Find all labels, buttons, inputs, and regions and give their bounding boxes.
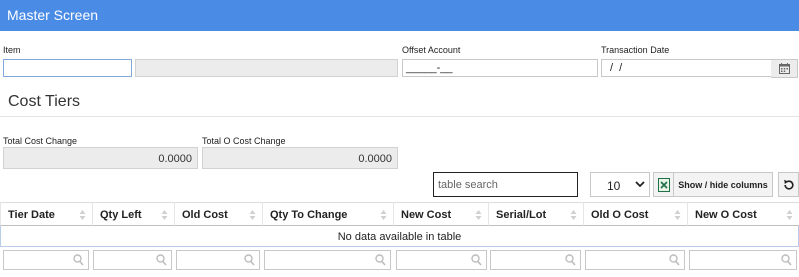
column-header-label: Qty To Change — [270, 209, 348, 221]
column-header-label: Tier Date — [8, 209, 55, 221]
column-header-serial-lot[interactable]: Serial/Lot — [488, 202, 583, 226]
transaction-date-mask: / / — [610, 62, 623, 74]
title-bar: Master Screen — [0, 0, 799, 31]
transaction-date-label: Transaction Date — [601, 45, 670, 55]
sort-icon — [161, 210, 168, 220]
column-header-qty-left[interactable]: Qty Left — [92, 202, 174, 226]
page-length-value: 10 — [607, 179, 621, 193]
total-cost-change-field: 0.0000 — [3, 147, 198, 169]
total-o-cost-change-field: 0.0000 — [202, 147, 398, 169]
sort-icon — [79, 210, 86, 220]
empty-table-message: No data available in table — [0, 226, 799, 247]
export-excel-button[interactable] — [653, 172, 674, 197]
excel-icon — [658, 178, 670, 192]
sort-icon — [249, 210, 256, 220]
column-header-old-cost[interactable]: Old Cost — [174, 202, 262, 226]
column-filter-old-o-cost[interactable] — [585, 250, 685, 270]
search-icon — [565, 254, 576, 266]
column-header-label: Qty Left — [100, 209, 142, 221]
offset-account-input[interactable]: _____-__ — [402, 59, 598, 77]
column-filter-old-cost[interactable] — [176, 250, 260, 270]
sort-icon — [380, 210, 387, 220]
sort-icon — [570, 210, 577, 220]
column-header-label: New O Cost — [695, 209, 757, 221]
column-header-label: Serial/Lot — [496, 209, 547, 221]
total-cost-change-label: Total Cost Change — [3, 136, 78, 146]
search-icon — [375, 254, 386, 266]
column-filter-serial-lot[interactable] — [490, 250, 581, 270]
column-filter-qty-to-change[interactable] — [264, 250, 391, 270]
column-filter-tier-date[interactable] — [3, 250, 89, 270]
column-header-qty-to-change[interactable]: Qty To Change — [262, 202, 393, 226]
column-header-label: Old O Cost — [591, 209, 649, 221]
item-label: Item — [3, 45, 21, 55]
item-input[interactable] — [3, 59, 132, 77]
chevron-down-icon — [635, 181, 645, 188]
refresh-button[interactable] — [778, 172, 799, 197]
section-divider — [0, 116, 799, 117]
calendar-icon — [779, 63, 790, 74]
table-header: Tier Date Qty Left Old Cost Qty To Chang… — [0, 202, 799, 226]
column-filter-new-cost[interactable] — [396, 250, 487, 270]
search-icon — [781, 254, 792, 266]
search-icon — [73, 254, 84, 266]
item-description-field — [135, 59, 398, 77]
column-filter-new-o-cost[interactable] — [689, 250, 797, 270]
column-header-tier-date[interactable]: Tier Date — [0, 202, 92, 226]
search-icon — [471, 254, 482, 266]
search-icon — [244, 254, 255, 266]
calendar-button[interactable] — [771, 59, 798, 78]
column-header-label: Old Cost — [182, 209, 228, 221]
transaction-date-input[interactable]: / / — [601, 59, 772, 77]
search-icon — [669, 254, 680, 266]
total-o-cost-change-label: Total O Cost Change — [202, 136, 286, 146]
column-filter-qty-left[interactable] — [93, 250, 172, 270]
column-header-new-o-cost[interactable]: New O Cost — [687, 202, 799, 226]
show-hide-columns-button[interactable]: Show / hide columns — [674, 172, 773, 197]
offset-account-label: Offset Account — [402, 45, 461, 55]
column-header-old-o-cost[interactable]: Old O Cost — [583, 202, 687, 226]
search-icon — [156, 254, 167, 266]
window-title: Master Screen — [7, 7, 99, 23]
offset-account-mask: _____-__ — [406, 62, 453, 74]
page-length-select[interactable]: 10 — [590, 172, 650, 197]
sort-icon — [475, 210, 482, 220]
refresh-icon — [784, 179, 794, 190]
table-search-input[interactable] — [433, 172, 578, 197]
sort-icon — [674, 210, 681, 220]
column-header-new-cost[interactable]: New Cost — [393, 202, 488, 226]
sort-icon — [786, 210, 793, 220]
column-header-label: New Cost — [401, 209, 452, 221]
section-title: Cost Tiers — [8, 93, 81, 110]
